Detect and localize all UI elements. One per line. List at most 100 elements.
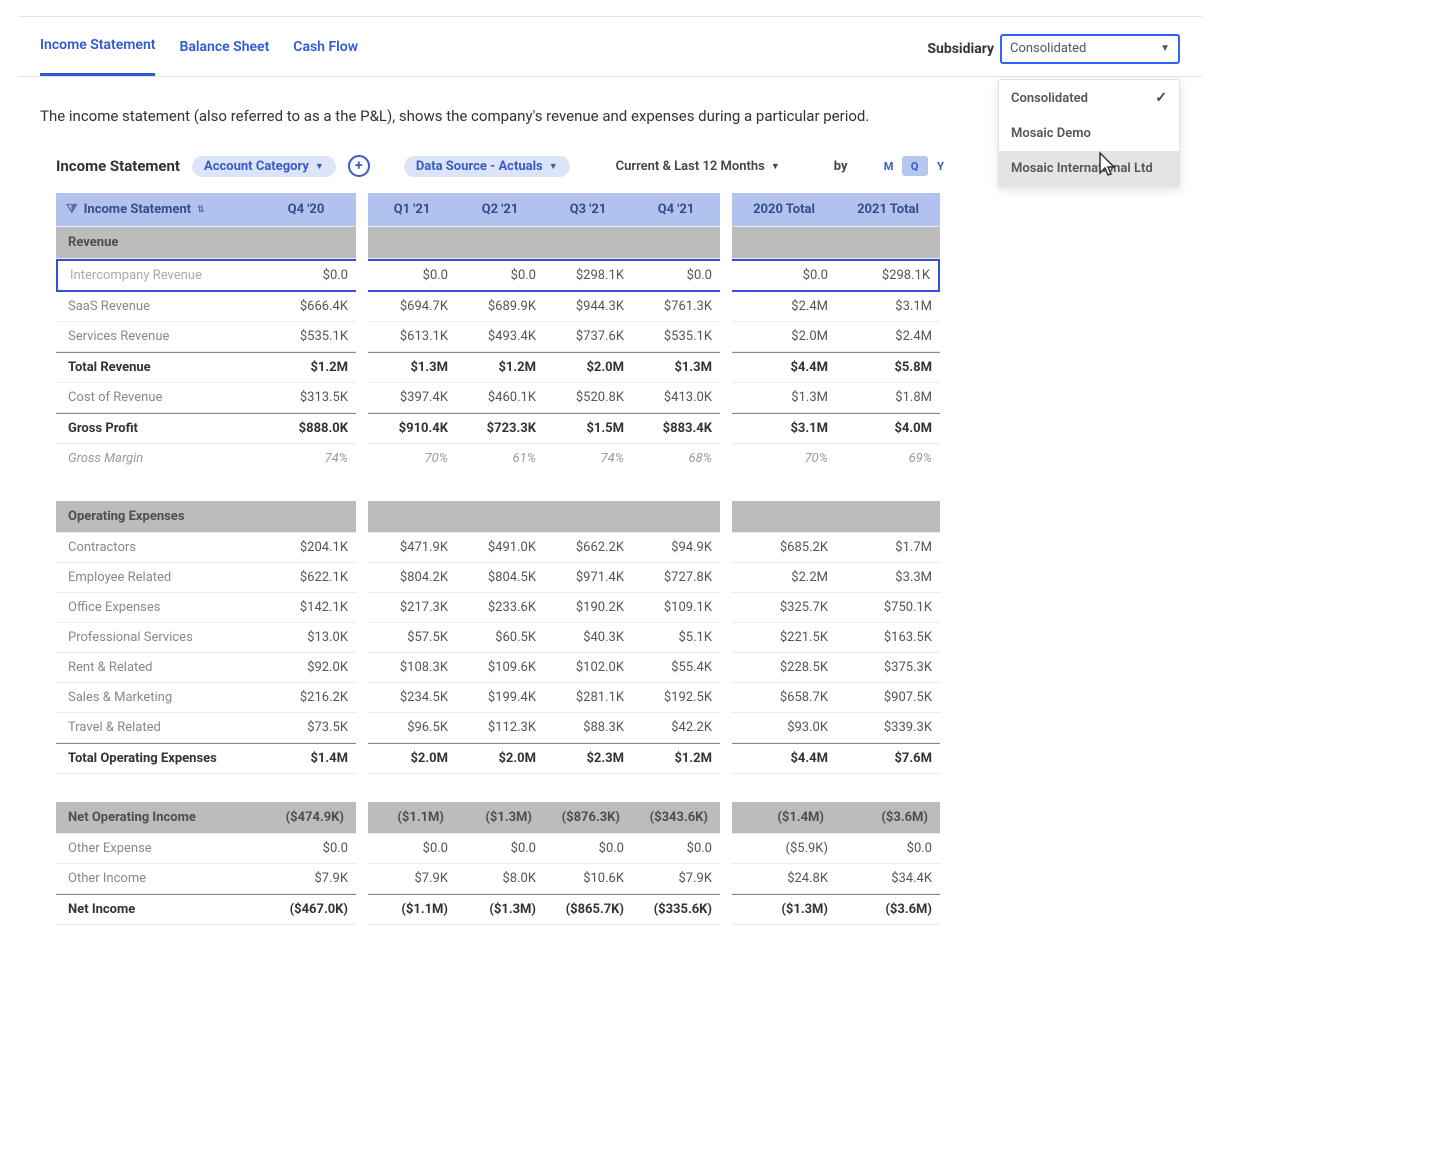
cell-value: $2.3M (544, 743, 632, 774)
column-header[interactable]: Q1 '21 (368, 193, 456, 227)
cell-value: $750.1K (836, 593, 940, 623)
column-header[interactable]: 2021 Total (836, 193, 940, 227)
tab-cash-flow[interactable]: Cash Flow (293, 23, 358, 75)
caret-down-icon: ▼ (771, 161, 780, 172)
cell-value: $804.2K (368, 563, 456, 593)
cell-value: $4.0M (836, 413, 940, 444)
panel-title: Income Statement (56, 157, 180, 175)
row-label-employee[interactable]: Employee Related (56, 563, 256, 593)
cell-value: $944.3K (544, 292, 632, 322)
row-label-intercompany[interactable]: Intercompany Revenue (56, 259, 256, 292)
subsidiary-option-consolidated[interactable]: Consolidated ✓ (999, 80, 1179, 116)
row-label-netinc[interactable]: Net Income (56, 894, 256, 925)
cell-value: $190.2K (544, 593, 632, 623)
cell-value: $375.3K (836, 653, 940, 683)
cell-value: $57.5K (368, 623, 456, 653)
cell-value: $2.0M (732, 322, 836, 352)
cell-value: ($5.9K) (732, 834, 836, 864)
filter-account-category[interactable]: Account Category ▼ (192, 156, 336, 177)
row-label-totalrev[interactable]: Total Revenue (56, 352, 256, 383)
cell-value: $0.0 (632, 259, 720, 292)
column-header[interactable]: Q4 '20 (256, 193, 356, 227)
row-label-margin[interactable]: Gross Margin (56, 444, 256, 473)
cell-value: $10.6K (544, 864, 632, 894)
cell-value: $0.0 (456, 259, 544, 292)
granularity-month[interactable]: M (876, 156, 902, 176)
cell-value: 61% (456, 444, 544, 473)
column-header[interactable]: 2020 Total (732, 193, 836, 227)
cell-value: $298.1K (836, 259, 940, 292)
column-header[interactable]: Q2 '21 (456, 193, 544, 227)
row-label-contractors[interactable]: Contractors (56, 533, 256, 563)
cell-value: ($335.6K) (632, 894, 720, 925)
cell-value: $694.7K (368, 292, 456, 322)
cell-value: $535.1K (256, 322, 356, 352)
subsidiary-option-mosaic-demo[interactable]: Mosaic Demo (999, 116, 1179, 151)
cell-value: $73.5K (256, 713, 356, 743)
add-filter-button[interactable]: + (348, 155, 370, 177)
cell-value: $24.8K (732, 864, 836, 894)
cell-value: $804.5K (456, 563, 544, 593)
cell-value: $93.0K (732, 713, 836, 743)
filter-period[interactable]: Current & Last 12 Months ▼ (604, 156, 792, 177)
cell-value: $108.3K (368, 653, 456, 683)
cell-value: $491.0K (456, 533, 544, 563)
cell-value: $1.3M (732, 383, 836, 413)
cell-value: $0.0 (368, 259, 456, 292)
subsidiary-option-label: Mosaic International Ltd (1011, 161, 1153, 176)
cell-value: $2.0M (368, 743, 456, 774)
sort-icon: ⇅ (197, 205, 205, 215)
cell-value: 74% (256, 444, 356, 473)
cell-value: $3.1M (836, 292, 940, 322)
column-header[interactable]: Q4 '21 (632, 193, 720, 227)
granularity-year[interactable]: Y (928, 156, 954, 176)
row-label-otherinc[interactable]: Other Income (56, 864, 256, 894)
cell-value: $5.8M (836, 352, 940, 383)
cell-value: $109.6K (456, 653, 544, 683)
cell-value: $613.1K (368, 322, 456, 352)
cell-value: $0.0 (544, 834, 632, 864)
row-label-sales[interactable]: Sales & Marketing (56, 683, 256, 713)
granularity-quarter[interactable]: Q (902, 156, 928, 176)
tab-balance-sheet[interactable]: Balance Sheet (179, 23, 269, 75)
row-label-cogs[interactable]: Cost of Revenue (56, 383, 256, 413)
row-label-saas[interactable]: SaaS Revenue (56, 292, 256, 322)
cell-value: $325.7K (732, 593, 836, 623)
cell-value: $112.3K (456, 713, 544, 743)
cell-value: $413.0K (632, 383, 720, 413)
filter-data-source-label: Data Source - Actuals (416, 159, 543, 174)
subsidiary-option-mosaic-intl[interactable]: Mosaic International Ltd (999, 151, 1179, 186)
cell-value: $2.4M (732, 292, 836, 322)
row-label-services[interactable]: Services Revenue (56, 322, 256, 352)
subsidiary-option-label: Consolidated (1011, 91, 1088, 106)
cell-value: ($865.7K) (544, 894, 632, 925)
column-header-label[interactable]: ⧩ Income Statement ⇅ (56, 193, 256, 227)
row-label-rent[interactable]: Rent & Related (56, 653, 256, 683)
row-label-travel[interactable]: Travel & Related (56, 713, 256, 743)
subsidiary-option-label: Mosaic Demo (1011, 126, 1091, 141)
subsidiary-dropdown[interactable]: Consolidated ✓ Mosaic Demo Mosaic Intern… (998, 79, 1180, 187)
row-label-prof[interactable]: Professional Services (56, 623, 256, 653)
cell-value: $42.2K (632, 713, 720, 743)
tab-income-statement[interactable]: Income Statement (40, 21, 155, 76)
cell-value: $109.1K (632, 593, 720, 623)
cell-value: $493.4K (456, 322, 544, 352)
row-label-gross[interactable]: Gross Profit (56, 413, 256, 444)
row-label-otherexp[interactable]: Other Expense (56, 834, 256, 864)
cell-value: $471.9K (368, 533, 456, 563)
cell-value: $1.4M (256, 743, 356, 774)
filter-data-source[interactable]: Data Source - Actuals ▼ (404, 156, 570, 177)
cell-value: $737.6K (544, 322, 632, 352)
filter-account-category-label: Account Category (204, 159, 309, 174)
cell-value: $1.2M (632, 743, 720, 774)
subsidiary-select[interactable]: Consolidated ▼ (1000, 34, 1180, 64)
cell-value: $397.4K (368, 383, 456, 413)
row-label-office[interactable]: Office Expenses (56, 593, 256, 623)
row-label-totopex[interactable]: Total Operating Expenses (56, 743, 256, 774)
column-header[interactable]: Q3 '21 (544, 193, 632, 227)
cell-value: $883.4K (632, 413, 720, 444)
cell-value: $907.5K (836, 683, 940, 713)
cell-value: $234.5K (368, 683, 456, 713)
cell-value: $40.3K (544, 623, 632, 653)
cell-value: $94.9K (632, 533, 720, 563)
